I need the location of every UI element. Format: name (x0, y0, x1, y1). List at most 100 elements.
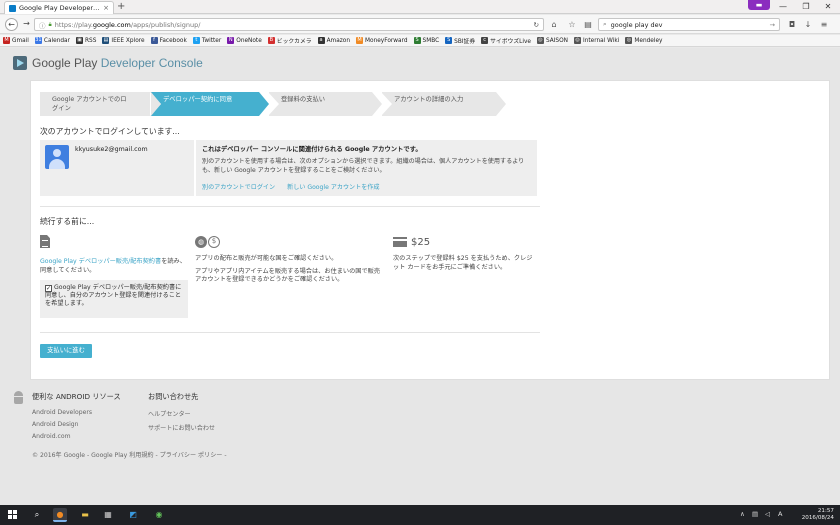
back-button[interactable]: ← (5, 18, 18, 31)
bookmark-item[interactable]: f Facebook (150, 37, 187, 44)
reading-list-icon[interactable]: ▤ (583, 19, 593, 30)
start-windows-icon[interactable] (8, 510, 17, 519)
clock-date: 2016/08/24 (801, 515, 834, 521)
globe-dollar-icon: ◍ $ (195, 235, 380, 249)
divider (40, 206, 540, 207)
bookmark-favicon-icon: M (3, 37, 10, 44)
search-text: google play dev (610, 20, 663, 29)
bookmark-favicon-icon: N (227, 37, 235, 44)
address-bar[interactable]: ⓘ 🔒︎ https://play.google.com/apps/publis… (34, 18, 544, 31)
bookmark-item[interactable]: ▤ IEEE Xplore (102, 37, 145, 44)
url-host: google.com (92, 20, 131, 29)
bookmark-favicon-icon: ▤ (102, 37, 110, 44)
clock-time: 21:57 (817, 508, 834, 514)
bookmark-item[interactable]: S SMBC (413, 37, 439, 44)
bookmark-item[interactable]: 31 Calendar (34, 37, 70, 44)
bookmark-star-icon[interactable]: ☆ (567, 19, 577, 30)
bookmark-item[interactable]: M MoneyForward (356, 37, 408, 44)
step-label: アカウントの詳細の入力 (394, 96, 464, 103)
bookmark-favicon-icon: S (445, 37, 453, 44)
taskbar-explorer-icon[interactable]: ▬ (78, 508, 92, 522)
agreement-link[interactable]: Google Play デベロッパー販売/配布契約書 (40, 258, 161, 265)
before-section-title: 続行する前に... (40, 217, 95, 226)
step-label: デベロッパー契約に同意 (163, 96, 233, 103)
url-path: /apps/publish/signup/ (130, 20, 201, 29)
signup-stepper: Google アカウントでのロ グイン デベロッパー契約に同意 登録料の支払い … (40, 92, 506, 116)
tray-network-icon[interactable]: ▤ (752, 510, 758, 518)
bookmark-item[interactable]: N OneNote (227, 37, 262, 44)
bookmark-favicon-icon: t (192, 37, 200, 44)
close-window-button[interactable]: ✕ (815, 0, 840, 14)
bookmark-label: IEEE Xplore (111, 37, 145, 44)
divider (40, 332, 540, 333)
private-mask-icon: ▬ (748, 0, 770, 10)
reload-icon[interactable]: ↻ (534, 21, 539, 29)
bookmark-item[interactable]: M Gmail (3, 37, 29, 44)
taskbar-firefox-icon[interactable]: ● (53, 508, 67, 522)
agreement-text: Google Play デベロッパー販売/配布契約書を読み、同意してください。 (40, 258, 188, 275)
search-box[interactable]: ⌕ google play dev → (598, 18, 780, 31)
page-content: Google Play Developer Console Google アカウ… (0, 48, 840, 505)
download-icon[interactable]: ↓ (803, 19, 813, 30)
account-email: kkyusuke2@gmail.com (75, 146, 148, 153)
step-registration-fee: 登録料の支払い (268, 92, 382, 116)
link-contact-support[interactable]: サポートにお問い合わせ (148, 423, 215, 432)
login-other-account-link[interactable]: 別のアカウントでログイン (202, 182, 275, 191)
account-panel: kkyusuke2@gmail.com これはデベロッパー コンソールに関連付け… (40, 140, 537, 196)
browser-tab[interactable]: Google Play Developer Co... × (4, 1, 114, 14)
agreement-checkbox-panel[interactable]: ✓ Google Play デベロッパー販売/配布契約書に同意し、自分のアカウント… (40, 280, 188, 318)
tab-close-icon[interactable]: × (103, 4, 109, 12)
create-account-link[interactable]: 新しい Google アカウントを作成 (287, 182, 379, 191)
search-go-icon[interactable]: → (770, 21, 775, 29)
bookmark-item[interactable]: ▣ RSS (76, 37, 96, 44)
agreement-checkbox-label: Google Play デベロッパー販売/配布契約書に同意し、自分のアカウント登… (45, 284, 182, 308)
new-tab-button[interactable]: + (117, 1, 125, 13)
link-android-com[interactable]: Android.com (32, 433, 121, 440)
bookmark-label: ビックカメラ (276, 39, 312, 45)
clock[interactable]: 21:57 2016/08/24 (802, 508, 834, 522)
bookmark-item[interactable]: c サイボウズLive (481, 36, 531, 45)
bookmark-favicon-icon: ◎ (536, 37, 544, 44)
fee-amount: $25 (411, 236, 431, 248)
bookmark-item[interactable]: t Twitter (192, 37, 221, 44)
developer-console-brand[interactable]: Google Play Developer Console (13, 56, 203, 70)
account-info-body: 別のアカウントを使用する場合は、次のオプションから選択できます。組織の場合は、個… (202, 158, 525, 174)
bookmark-item[interactable]: ◎ Mendeley (625, 37, 662, 44)
tray-ime-icon[interactable]: A (778, 510, 782, 518)
taskbar-app3-icon[interactable]: ◉ (152, 508, 166, 522)
proceed-to-payment-button[interactable]: 支払いに進む (40, 344, 92, 358)
taskbar-search-icon[interactable]: ⌕ (30, 508, 44, 522)
contact-title: お問い合わせ先 (148, 392, 199, 401)
android-icon (13, 391, 24, 405)
bookmark-favicon-icon: ▣ (76, 37, 83, 44)
countries-column: ◍ $ アプリの配布と販売が可能な国をご確認ください。 アプリやアプリ内アイテムを… (195, 235, 380, 285)
agreement-checkbox[interactable]: ✓ (45, 285, 52, 292)
pocket-icon[interactable]: ◘ (787, 19, 797, 30)
link-android-developers[interactable]: Android Developers (32, 409, 121, 416)
bookmark-item[interactable]: S SBI証券 (445, 36, 475, 45)
bookmark-item[interactable]: B ビックカメラ (267, 36, 312, 45)
bookmark-label: Mendeley (634, 37, 663, 44)
bookmark-favicon-icon: 31 (34, 37, 42, 44)
copyright: © 2016年 Google - Google Play 利用規約 - プライバ… (32, 452, 227, 459)
link-android-design[interactable]: Android Design (32, 421, 121, 428)
bookmark-item[interactable]: a Amazon (317, 37, 351, 44)
bookmark-item[interactable]: ◎ Internal Wiki (574, 37, 619, 44)
bookmark-item[interactable]: ◎ SAISON (536, 37, 568, 44)
taskbar-app-icon[interactable]: ▦ (101, 508, 115, 522)
bookmark-label: Amazon (326, 37, 351, 44)
menu-icon[interactable]: ≡ (819, 19, 829, 30)
tray-volume-icon[interactable]: ◁ (765, 510, 770, 518)
step-developer-agreement: デベロッパー契約に同意 (150, 92, 269, 116)
url-prefix: https://play. (54, 20, 93, 29)
home-icon[interactable]: ⌂ (549, 19, 559, 30)
taskbar-app2-icon[interactable]: ◩ (126, 508, 140, 522)
info-icon[interactable]: ⓘ (39, 20, 46, 30)
signup-card: Google アカウントでのロ グイン デベロッパー契約に同意 登録料の支払い … (30, 80, 830, 380)
forward-button[interactable]: → (20, 18, 33, 31)
bookmark-favicon-icon: S (413, 37, 421, 44)
link-help-center[interactable]: ヘルプセンター (148, 409, 215, 418)
tray-chevron-icon[interactable]: ∧ (740, 510, 745, 518)
play-console-favicon-icon (9, 4, 16, 12)
bookmark-label: MoneyForward (365, 37, 408, 44)
